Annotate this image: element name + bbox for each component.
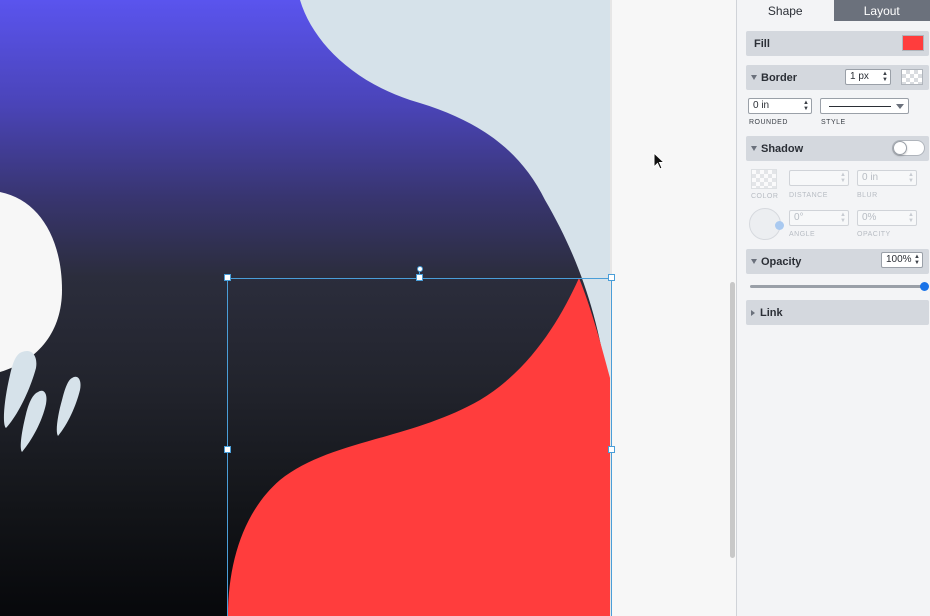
opacity-slider-track[interactable]	[750, 282, 929, 291]
artboard[interactable]	[0, 0, 610, 616]
resize-handle-top-right[interactable]	[608, 274, 615, 281]
properties-panel: Shape Layout Fill Border 1 px ▲ ▼ 0 in ▲ ▼…	[736, 0, 930, 616]
angle-dial-knob[interactable]	[775, 221, 784, 230]
resize-handle-top-left[interactable]	[224, 274, 231, 281]
fill-color-swatch[interactable]	[902, 35, 924, 51]
shadow-color-swatch[interactable]	[751, 169, 777, 189]
artboard-edge	[610, 0, 612, 616]
collapse-triangle-icon	[751, 146, 757, 151]
app-window: Shape Layout Fill Border 1 px ▲ ▼ 0 in ▲ ▼…	[0, 0, 930, 616]
canvas-area[interactable]	[0, 0, 736, 616]
resize-handle-right[interactable]	[608, 446, 615, 453]
stepper-arrows-icon[interactable]: ▲ ▼	[803, 100, 809, 112]
stepper-arrows-icon[interactable]: ▲ ▼	[914, 254, 920, 266]
rounded-label: ROUNDED	[749, 119, 788, 126]
panel-tabs: Shape Layout	[737, 0, 930, 21]
opacity-label: Opacity	[761, 255, 802, 268]
shadow-distance-stepper[interactable]: ▲ ▼	[789, 170, 849, 186]
style-label: STYLE	[821, 119, 846, 126]
stepper-arrows-icon[interactable]: ▲ ▼	[840, 172, 846, 184]
link-section-header[interactable]: Link	[746, 300, 929, 325]
shadow-label: Shadow	[761, 142, 804, 155]
shadow-opacity-value: 0%	[862, 212, 877, 223]
shadow-toggle[interactable]	[892, 140, 925, 156]
rotate-handle[interactable]	[417, 266, 423, 272]
stepper-arrows-icon[interactable]: ▲ ▼	[882, 71, 888, 83]
border-style-dropdown[interactable]	[820, 98, 909, 114]
rounded-stepper[interactable]: 0 in ▲ ▼	[748, 98, 812, 114]
stepper-arrows-icon[interactable]: ▲ ▼	[908, 172, 914, 184]
rounded-value: 0 in	[753, 100, 770, 111]
shadow-color-label: COLOR	[751, 193, 779, 200]
fill-label: Fill	[754, 37, 770, 50]
shadow-angle-value: 0°	[794, 212, 804, 223]
chevron-down-icon	[896, 104, 904, 109]
border-color-swatch[interactable]	[901, 69, 923, 85]
artwork	[0, 0, 610, 616]
resize-handle-left[interactable]	[224, 446, 231, 453]
tab-shape[interactable]: Shape	[737, 0, 834, 21]
resize-handle-top[interactable]	[416, 274, 423, 281]
collapse-triangle-icon	[751, 75, 757, 80]
border-label: Border	[761, 71, 798, 84]
stepper-arrows-icon[interactable]: ▲ ▼	[908, 212, 914, 224]
toggle-knob	[893, 141, 907, 155]
opacity-stepper[interactable]: 100% ▲ ▼	[881, 252, 923, 268]
border-width-value: 1 px	[850, 71, 869, 82]
shadow-blur-value: 0 in	[862, 172, 879, 183]
expand-triangle-icon	[751, 309, 755, 316]
shadow-blur-label: BLUR	[857, 192, 878, 199]
shadow-angle-dial[interactable]	[749, 208, 784, 240]
shadow-opacity-stepper[interactable]: 0% ▲ ▼	[857, 210, 917, 226]
opacity-value: 100%	[886, 254, 912, 265]
opacity-slider-thumb[interactable]	[919, 282, 929, 291]
canvas-scrollbar[interactable]	[730, 282, 735, 558]
border-width-stepper[interactable]: 1 px ▲ ▼	[845, 69, 891, 85]
collapse-triangle-icon	[751, 259, 757, 264]
shadow-distance-label: DISTANCE	[789, 192, 828, 199]
shadow-opacity-label: OPACITY	[857, 231, 891, 238]
mouse-cursor-icon	[653, 152, 665, 170]
shadow-angle-stepper[interactable]: 0° ▲ ▼	[789, 210, 849, 226]
line-style-preview	[829, 106, 891, 107]
tab-layout[interactable]: Layout	[833, 0, 930, 21]
shadow-angle-label: ANGLE	[789, 231, 816, 238]
shadow-blur-stepper[interactable]: 0 in ▲ ▼	[857, 170, 917, 186]
link-label: Link	[760, 306, 783, 319]
stepper-arrows-icon[interactable]: ▲ ▼	[840, 212, 846, 224]
